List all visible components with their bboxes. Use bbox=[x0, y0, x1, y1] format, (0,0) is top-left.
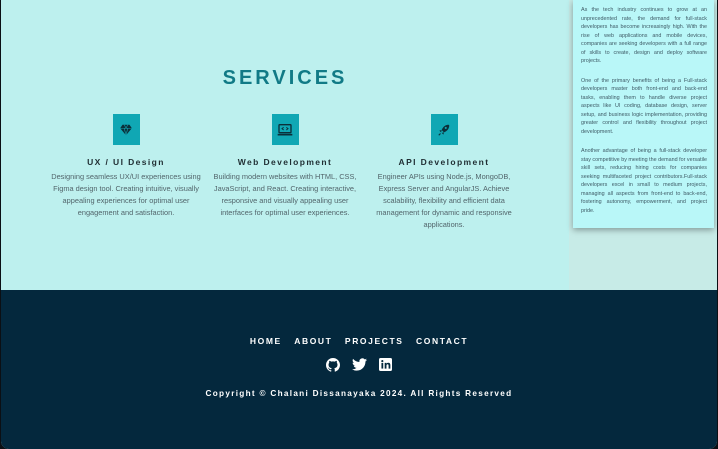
nav-link-about[interactable]: ABOUT bbox=[294, 336, 332, 346]
rocket-icon bbox=[430, 114, 458, 145]
service-description: Engineer APIs using Node.js, MongoDB, Ex… bbox=[376, 172, 512, 229]
services-section: SERVICES UX / UI Design Designing seamle… bbox=[1, 0, 569, 290]
service-card-web-dev: Web Development Building modern websites… bbox=[210, 114, 360, 219]
github-icon[interactable] bbox=[326, 357, 341, 372]
service-title: UX / UI Design bbox=[87, 157, 165, 167]
service-title: Web Development bbox=[237, 157, 333, 167]
service-card-api-dev: API Development Engineer APIs using Node… bbox=[369, 114, 519, 231]
twitter-icon[interactable] bbox=[351, 357, 367, 372]
popup-paragraph: Another advantage of being a full-stack … bbox=[581, 148, 707, 214]
footer-nav: HOME ABOUT PROJECTS CONTACT bbox=[1, 331, 717, 349]
info-popup: As the tech industry continues to grow a… bbox=[573, 0, 714, 228]
service-description: Designing seamless UX/UI experiences usi… bbox=[51, 172, 201, 217]
laptop-code-icon bbox=[271, 114, 299, 145]
nav-link-projects[interactable]: PROJECTS bbox=[345, 336, 404, 346]
footer: HOME ABOUT PROJECTS CONTACT Copyright © … bbox=[1, 290, 717, 449]
service-title: API Development bbox=[398, 157, 490, 167]
page: SERVICES UX / UI Design Designing seamle… bbox=[1, 0, 717, 449]
diamond-icon bbox=[112, 114, 140, 145]
services-title: SERVICES bbox=[222, 66, 348, 89]
linkedin-icon[interactable] bbox=[378, 357, 393, 372]
popup-paragraph: As the tech industry continues to grow a… bbox=[581, 7, 707, 64]
nav-link-contact[interactable]: CONTACT bbox=[416, 336, 468, 346]
social-links bbox=[1, 357, 717, 372]
service-card-ux-ui: UX / UI Design Designing seamless UX/UI … bbox=[51, 114, 201, 219]
nav-link-home[interactable]: HOME bbox=[250, 336, 282, 346]
copyright-text: Copyright © Chalani Dissanayaka 2024. Al… bbox=[205, 389, 513, 398]
service-description: Building modern websites with HTML, CSS,… bbox=[213, 172, 357, 217]
popup-paragraph: One of the primary benefits of being a F… bbox=[581, 77, 707, 135]
